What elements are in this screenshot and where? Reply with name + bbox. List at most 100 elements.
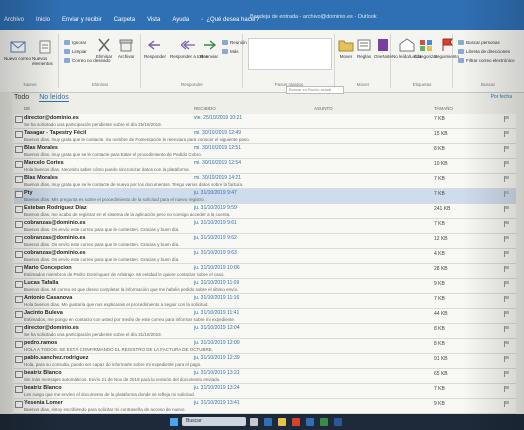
flag-icon[interactable]: [504, 386, 510, 392]
ignore-button[interactable]: Ignorar: [64, 40, 86, 45]
flag-icon[interactable]: [504, 356, 510, 362]
taskbar-search-input[interactable]: Buscar: [182, 417, 246, 426]
address-book-button[interactable]: Libreta de direcciones: [458, 49, 510, 54]
message-preview: Buenos días. Os envío este correo para q…: [24, 242, 180, 247]
tab-no-leidos[interactable]: No leídos: [39, 94, 69, 102]
message-row[interactable]: Tasagar - Tapestry Fécil mi. 30/10/2019 1…: [14, 129, 516, 144]
task-view-icon[interactable]: [250, 418, 258, 426]
message-row[interactable]: cobranzas@dominio.es ju. 31/10/2019 9:61 B…: [14, 219, 516, 234]
message-preview: Buenos días. Os envío este correo para q…: [24, 227, 180, 232]
menu-vista[interactable]: Vista: [147, 17, 160, 23]
flag-icon[interactable]: [504, 236, 510, 242]
folder-pane-collapsed[interactable]: [0, 92, 12, 430]
message-row[interactable]: Marcelo Cortes mi. 30/10/2019 12:54 Hola b…: [14, 159, 516, 174]
message-row[interactable]: Lucas Tafalla ju. 31/10/2019 11:09 Buenos …: [14, 279, 516, 294]
message-row[interactable]: director@dominio.es vie. 25/10/2019 10:21…: [14, 114, 516, 129]
message-preview: Buenos días, muy grata que le contacte. …: [24, 137, 250, 142]
menu-enviar-recibir[interactable]: Enviar y recibir: [62, 17, 102, 23]
message-row[interactable]: Mario Concepcion ju. 31/10/2019 10:06 Esti…: [14, 264, 516, 279]
flag-icon[interactable]: [504, 326, 510, 332]
envelope-icon: [15, 116, 23, 123]
message-row[interactable]: pablo.sanchez.rodriguez ju. 31/10/2019 12…: [14, 354, 516, 369]
message-row[interactable]: Blas Morales mi. 30/10/2019 12:51 Buenos d…: [14, 144, 516, 159]
reply-button[interactable]: Responder: [144, 38, 166, 59]
column-received[interactable]: RECIBIDO: [194, 106, 216, 111]
windows-start-icon[interactable]: [170, 418, 178, 426]
tab-todo[interactable]: Todo: [14, 94, 29, 102]
ribbon-group-mover: Mover Reglas OneNote Mover: [336, 34, 392, 88]
menu-archivo[interactable]: Archivo: [4, 17, 24, 23]
move-button[interactable]: Mover: [338, 38, 354, 59]
message-received: ju. 31/10/2019 9:59: [194, 205, 237, 211]
message-row[interactable]: Pty ju. 31/10/2019 9:47 Buenos días. Mis p…: [14, 189, 516, 204]
flag-icon[interactable]: [504, 206, 510, 212]
flag-icon[interactable]: [504, 191, 510, 197]
excel-taskbar-icon[interactable]: [320, 418, 328, 426]
filter-email-button[interactable]: Filtrar correo electrónico: [458, 58, 515, 63]
message-row[interactable]: Yesenia Lomer ju. 31/10/2019 13:41 Buenos …: [14, 399, 516, 414]
flag-icon[interactable]: [504, 266, 510, 272]
column-size[interactable]: TAMAÑO: [434, 106, 453, 111]
message-row[interactable]: director@dominio.es ju. 31/10/2019 12:04 S…: [14, 324, 516, 339]
rules-label: Reglas: [356, 54, 371, 59]
sort-by-date-dropdown[interactable]: Por fecha: [491, 94, 512, 100]
message-received: ju. 31/10/2019 10:06: [194, 265, 240, 271]
message-row[interactable]: Blas Morales mi. 30/10/2019 14:21 Buenos d…: [14, 174, 516, 189]
onenote-button[interactable]: OneNote: [374, 38, 392, 59]
message-row[interactable]: cobranzas@dominio.es ju. 31/10/2019 9:63 B…: [14, 249, 516, 264]
address-book-icon: [458, 49, 464, 54]
quick-steps-gallery[interactable]: [248, 38, 332, 70]
junk-icon: [64, 58, 70, 63]
flag-icon[interactable]: [504, 371, 510, 377]
more-button[interactable]: Más: [222, 49, 239, 54]
column-subject[interactable]: ASUNTO: [314, 106, 333, 111]
message-sender: Blas Morales: [24, 145, 58, 151]
message-row[interactable]: Jacinto Buleva ju. 31/10/2019 11:41 Estima…: [14, 309, 516, 324]
rules-button[interactable]: Reglas: [356, 38, 372, 59]
message-row[interactable]: beatriz Blanco ju. 31/10/2019 13:24 Les ru…: [14, 384, 516, 399]
archive-button[interactable]: Archivar: [118, 38, 135, 59]
flag-icon[interactable]: [504, 161, 510, 167]
flag-icon[interactable]: [504, 146, 510, 152]
flag-icon[interactable]: [504, 311, 510, 317]
message-row[interactable]: Antonio Casanova ju. 31/10/2019 11:16 Hola…: [14, 294, 516, 309]
column-from[interactable]: DE: [24, 106, 30, 111]
find-people-button[interactable]: Buscar personas: [458, 40, 500, 45]
envelope-icon: [15, 236, 23, 243]
word-taskbar-icon[interactable]: [334, 418, 342, 426]
new-items-icon: [39, 40, 51, 54]
file-explorer-icon[interactable]: [278, 418, 286, 426]
message-row[interactable]: Esteban Rodríguez Díaz ju. 31/10/2019 9:5…: [14, 204, 516, 219]
message-row[interactable]: cobranzas@dominio.es ju. 31/10/2019 9:62 B…: [14, 234, 516, 249]
message-row[interactable]: beatriz Blanco ju. 31/10/2019 13:21 Sin má…: [14, 369, 516, 384]
menu-carpeta[interactable]: Carpeta: [114, 17, 135, 23]
edge-icon[interactable]: [264, 418, 272, 426]
flag-icon[interactable]: [504, 401, 510, 407]
flag-icon[interactable]: [504, 251, 510, 257]
outlook-taskbar-icon[interactable]: [306, 418, 314, 426]
ribbon-group-eliminar: Ignorar Limpiar Correo no deseado Elimin…: [60, 34, 141, 88]
flag-icon[interactable]: [504, 221, 510, 227]
flag-icon[interactable]: [504, 176, 510, 182]
new-email-button[interactable]: Nuevo correo: [4, 40, 31, 61]
ignore-icon: [64, 40, 70, 45]
outlook-window: Archivo Inicio Enviar y recibir Carpeta …: [0, 0, 524, 430]
delete-button[interactable]: Eliminar: [96, 38, 112, 59]
flag-icon[interactable]: [504, 296, 510, 302]
message-received: ju. 31/10/2019 13:24: [194, 385, 240, 391]
forward-button[interactable]: Reenviar: [200, 38, 218, 59]
flag-icon[interactable]: [504, 131, 510, 137]
envelope-icon: [15, 221, 23, 228]
flag-icon[interactable]: [504, 116, 510, 122]
new-items-button[interactable]: Nuevos elementos: [32, 40, 58, 66]
clean-button[interactable]: Limpiar: [64, 49, 87, 54]
menu-inicio[interactable]: Inicio: [36, 17, 50, 23]
flag-icon[interactable]: [504, 341, 510, 347]
flag-icon[interactable]: [504, 281, 510, 287]
message-row[interactable]: pedro.ramos ju. 31/10/2019 12:09 HOLA A TO…: [14, 339, 516, 354]
menu-ayuda[interactable]: Ayuda: [172, 17, 189, 23]
column-headers: DE RECIBIDO ASUNTO TAMAÑO: [14, 105, 514, 113]
mailbox-search-input[interactable]: Buscar en Buzón actual: [286, 86, 344, 94]
store-icon[interactable]: [292, 418, 300, 426]
message-received: ju. 31/10/2019 11:41: [194, 310, 240, 316]
